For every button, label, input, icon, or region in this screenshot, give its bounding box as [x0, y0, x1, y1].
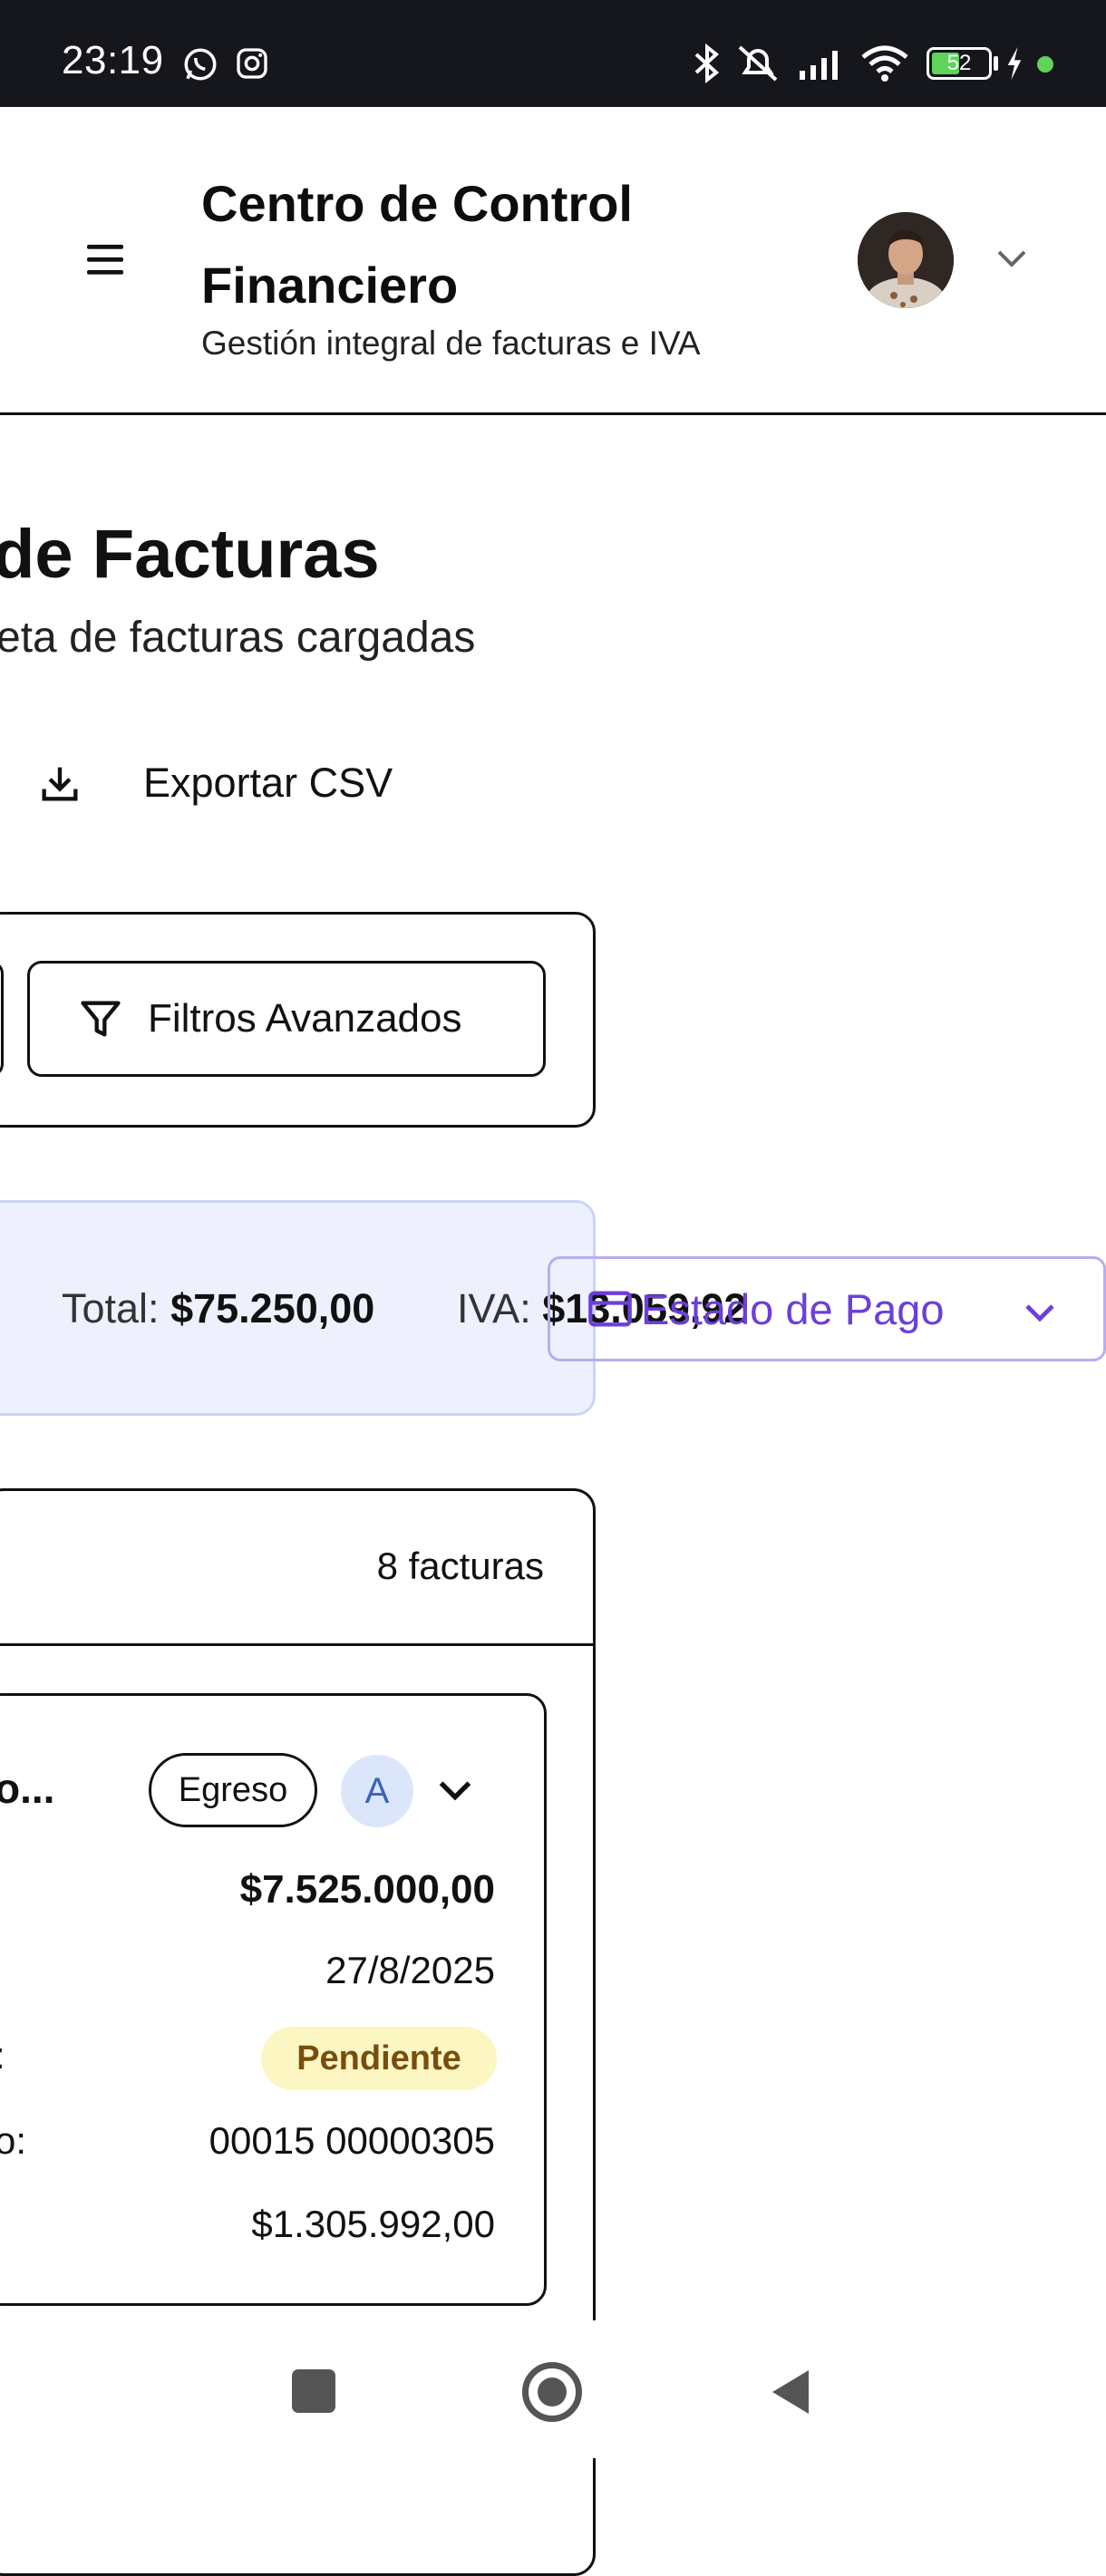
charging-icon — [1007, 46, 1022, 81]
invoice-type-badge: Egreso — [149, 1753, 317, 1827]
advanced-filters-button[interactable]: Filtros Avanzados — [27, 961, 546, 1077]
bluetooth-icon — [694, 43, 720, 84]
estado-pago-select[interactable]: Estado de Pago — [548, 1256, 1106, 1361]
whatsapp-icon — [184, 48, 217, 81]
number-label: o: — [0, 2119, 27, 2162]
total-label: Total: — [62, 1285, 160, 1332]
battery-level: 52 — [946, 51, 972, 75]
home-button[interactable] — [522, 2362, 582, 2422]
advanced-filters-label: Filtros Avanzados — [148, 996, 462, 1041]
app-subtitle: Gestión integral de facturas e IVA — [201, 324, 701, 362]
signal-icon — [800, 51, 838, 80]
mute-icon — [738, 45, 778, 82]
app-title: Centro de Control Financiero — [201, 175, 633, 314]
battery-tip — [994, 56, 998, 71]
wifi-icon — [861, 45, 908, 82]
app-header: Centro de Control Financiero Gestión int… — [0, 107, 1106, 415]
page-subtitle: eta de facturas cargadas — [0, 614, 476, 662]
status-time: 23:19 — [62, 38, 164, 82]
invoice-number: 00015 00000305 — [209, 2119, 495, 2162]
list-divider — [0, 1643, 596, 1646]
total-value: $75.250,00 — [170, 1285, 375, 1332]
recents-button[interactable] — [292, 2369, 335, 2413]
invoice-count: 8 facturas — [376, 1545, 544, 1587]
status-badge: Pendiente — [261, 2027, 497, 2090]
battery-icon: 52 — [927, 47, 992, 80]
chevron-down-icon — [1025, 1304, 1054, 1322]
export-csv-button[interactable]: Exportar CSV — [36, 747, 393, 819]
download-icon — [42, 767, 78, 801]
instagram-icon — [237, 48, 267, 79]
card-icon — [588, 1291, 632, 1327]
back-button[interactable] — [769, 2366, 812, 2418]
invoice-letter-badge: A — [341, 1755, 413, 1827]
invoice-date: 27/8/2025 — [325, 1949, 495, 1991]
status-bar: 23:19 52 — [0, 0, 1106, 107]
avatar[interactable] — [858, 212, 954, 308]
search-input[interactable] — [0, 961, 4, 1077]
invoice-iva: $1.305.992,00 — [251, 2203, 495, 2245]
notification-dot — [1037, 56, 1053, 73]
estado-pago-label: Estado de Pago — [641, 1284, 945, 1333]
page-title: de Facturas — [0, 516, 380, 593]
menu-icon[interactable] — [83, 241, 127, 277]
iva-label: IVA: — [457, 1285, 531, 1332]
invoice-amount: $7.525.000,00 — [239, 1867, 495, 1912]
export-csv-label: Exportar CSV — [143, 760, 393, 806]
system-nav-bar — [0, 2320, 1106, 2458]
summary-total: Total: $75.250,00 — [62, 1285, 374, 1332]
invoice-name: o... — [0, 1765, 55, 1812]
filter-icon — [81, 1001, 121, 1037]
chevron-down-icon[interactable] — [435, 1777, 475, 1806]
chevron-down-icon[interactable] — [994, 245, 1030, 270]
status-label: : — [0, 2034, 5, 2077]
